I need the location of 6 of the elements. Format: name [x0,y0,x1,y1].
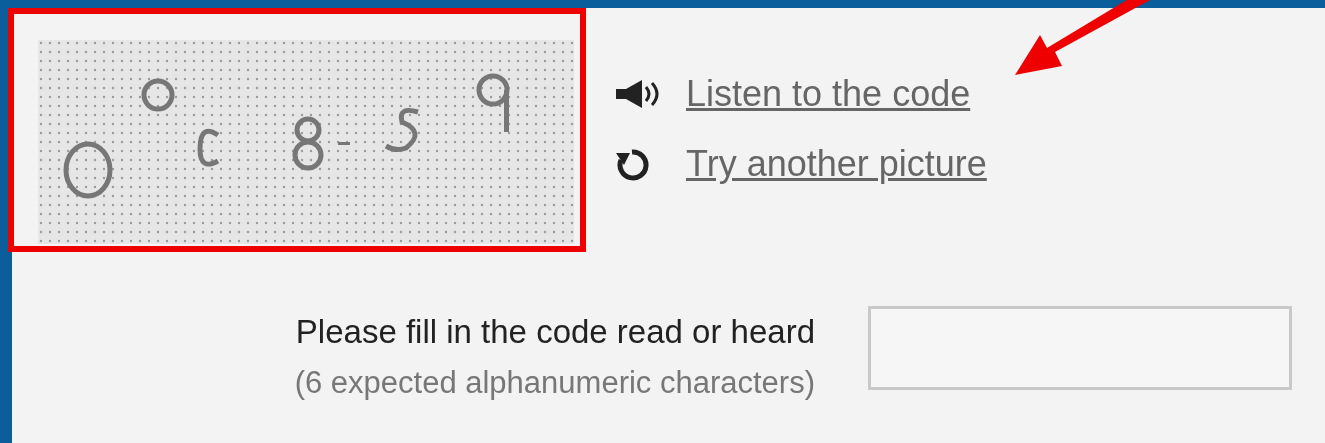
field-label: Please fill in the code read or heard [295,312,815,352]
input-field[interactable] [868,306,1292,390]
field-hint: (6 expected alphanumeric characters) [294,364,815,402]
link[interactable]: Try another picture [686,142,987,186]
link[interactable]: Listen to the code [686,72,971,116]
speaker-icon [614,79,662,109]
